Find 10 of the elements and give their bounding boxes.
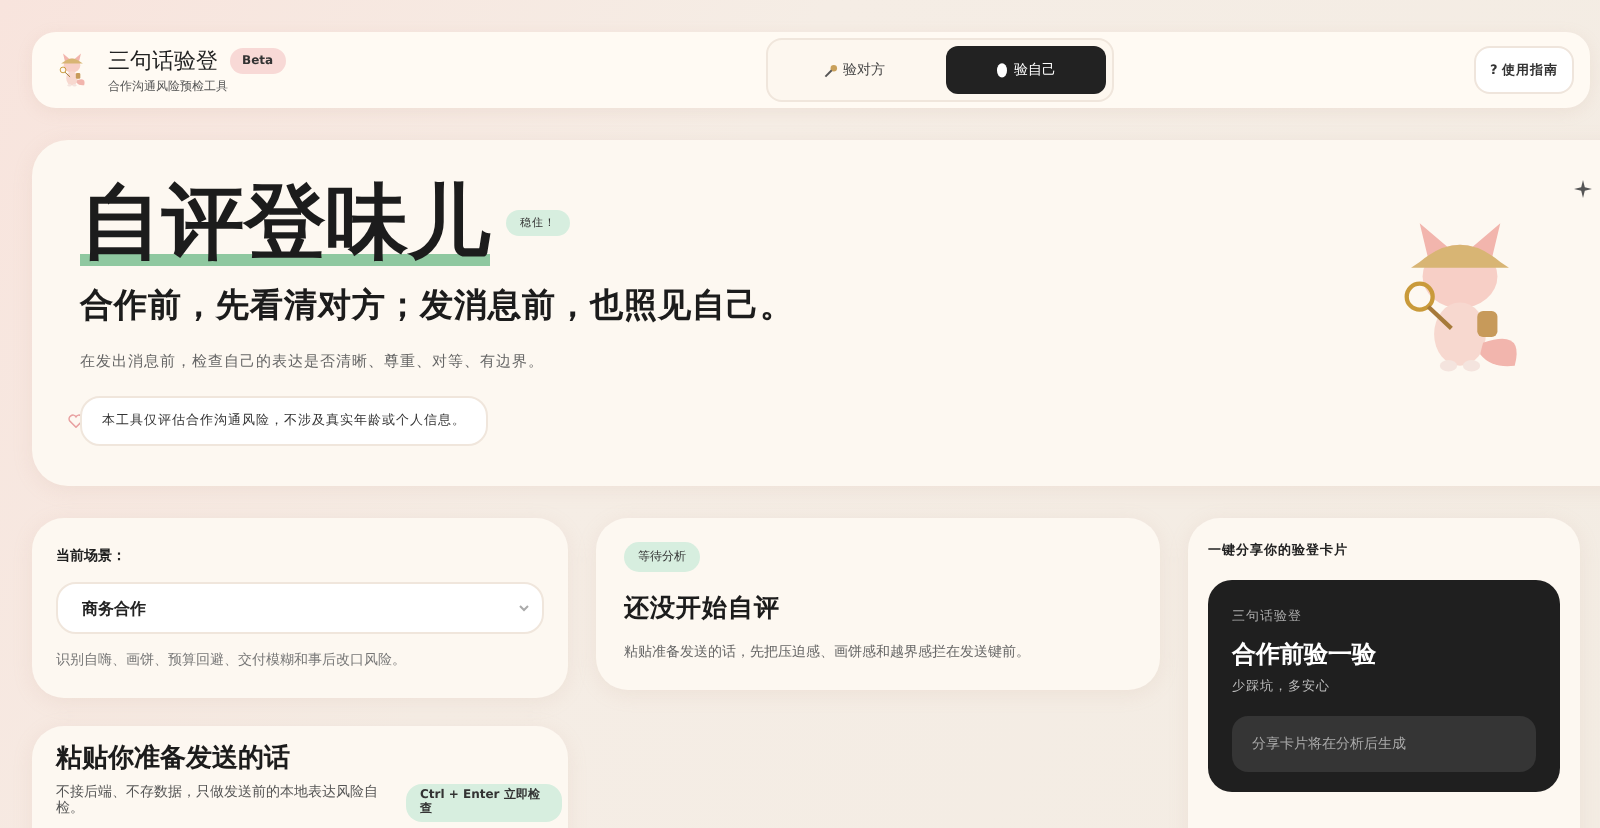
- card-title: 合作前验一验: [1232, 638, 1376, 672]
- sparkle-icon: [1574, 180, 1592, 198]
- result-title: 还没开始自评: [624, 592, 780, 626]
- chevron-down-icon: [518, 604, 530, 612]
- scene-select[interactable]: 商务合作: [56, 582, 544, 634]
- mascot-icon: [56, 52, 88, 88]
- app-name: 三句话验登: [108, 45, 218, 75]
- hero-headline: 合作前，先看清对方；发消息前，也照见自己。: [80, 284, 794, 328]
- key-icon: [823, 63, 837, 77]
- paste-title: 粘贴你准备发送的话: [56, 744, 290, 776]
